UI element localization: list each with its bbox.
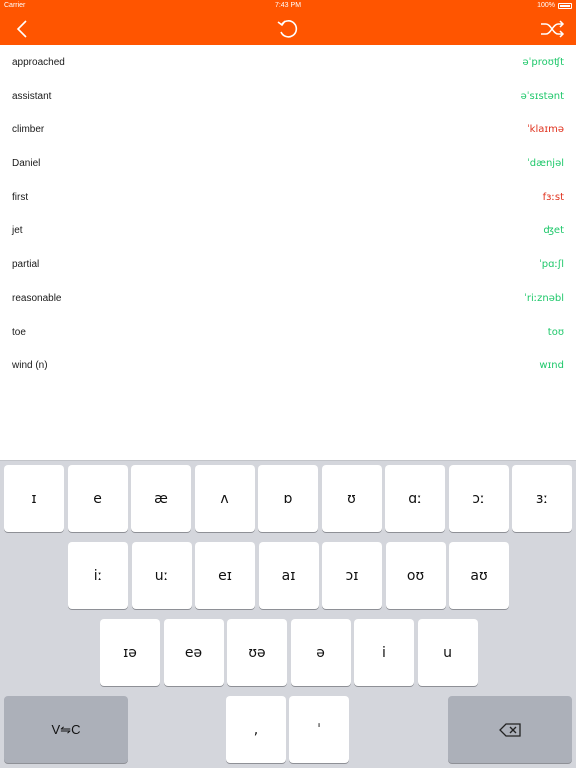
ipa-transcription: wɪnd	[539, 360, 564, 372]
list-item[interactable]: climber ˈklaɪmə	[0, 112, 576, 146]
ipa-key[interactable]: ɪ	[4, 465, 64, 532]
battery-status: 100%	[537, 0, 572, 12]
ipa-transcription: əˈproʊʧt	[522, 57, 564, 68]
stress-mark-key[interactable]: ˈ	[289, 696, 349, 763]
battery-icon	[558, 3, 572, 9]
word-label: partial	[12, 259, 40, 271]
list-item[interactable]: approached əˈproʊʧt	[0, 45, 576, 79]
ipa-key[interactable]: ʊ	[321, 465, 382, 532]
word-list: approached əˈproʊʧt assistant əˈsɪstənt clim…	[0, 45, 576, 382]
refresh-button[interactable]	[273, 12, 303, 45]
ipa-key[interactable]: oʊ	[385, 542, 446, 609]
vowel-consonant-switch-button[interactable]: V⇋C	[4, 696, 128, 763]
ipa-key[interactable]: ʌ	[194, 465, 255, 532]
word-label: toe	[12, 326, 26, 338]
chevron-left-icon	[16, 19, 27, 38]
ipa-key[interactable]: iː	[68, 542, 128, 609]
word-label: jet	[12, 225, 23, 237]
ipa-key[interactable]: e	[67, 465, 128, 532]
status-time: 7:43 PM	[274, 2, 302, 9]
ipa-transcription: fɜːst	[542, 191, 564, 203]
ipa-transcription: ˈklaɪmə	[526, 124, 564, 136]
ipa-key[interactable]: ɜː	[512, 465, 572, 532]
word-label: approached	[12, 57, 65, 68]
ipa-transcription: ˈriːznəbl	[524, 292, 564, 304]
ipa-key[interactable]: ɒ	[258, 465, 318, 532]
ipa-key[interactable]: u	[417, 619, 478, 686]
word-label: climber	[12, 124, 45, 136]
ipa-key[interactable]: ɑː	[385, 465, 445, 532]
ipa-key[interactable]: aʊ	[449, 542, 509, 609]
ipa-key[interactable]: eɪ	[195, 542, 255, 609]
word-label: first	[12, 191, 29, 203]
ipa-key[interactable]: æ	[131, 465, 191, 532]
ipa-transcription: toʊ	[547, 326, 564, 338]
list-item[interactable]: first fɜːst	[0, 180, 576, 214]
delete-button[interactable]	[448, 696, 572, 763]
ipa-transcription: əˈsɪstənt	[520, 90, 564, 102]
shuffle-icon	[541, 19, 565, 38]
ipa-transcription: ˈpɑːʃl	[539, 259, 564, 271]
list-item[interactable]: reasonable ˈriːznəbl	[0, 281, 576, 315]
backspace-icon	[499, 722, 521, 737]
word-label: wind (n)	[12, 360, 48, 372]
word-label: Daniel	[12, 158, 41, 170]
list-item[interactable]: Daniel ˈdænjəl	[0, 146, 576, 180]
ipa-transcription: ʤet	[543, 225, 564, 237]
ipa-key[interactable]: uː	[131, 542, 192, 609]
list-item[interactable]: toe toʊ	[0, 315, 576, 349]
ipa-key[interactable]: ɪə	[100, 619, 160, 686]
ipa-key[interactable]: eə	[163, 619, 224, 686]
ipa-key[interactable]: ə	[290, 619, 351, 686]
ipa-keyboard: ɪ e æ ʌ ɒ ʊ ɑː ɔː ɜː iː uː eɪ aɪ ɔɪ oʊ aʊ ɪə eə ʊə ə i u V⇋C, ˈ	[0, 460, 576, 768]
ipa-key[interactable]: ɔɪ	[322, 542, 382, 609]
back-button[interactable]	[8, 12, 36, 45]
ipa-key[interactable]: aɪ	[258, 542, 319, 609]
refresh-icon	[277, 19, 298, 38]
ipa-key[interactable]: ɔː	[448, 465, 509, 532]
navigation-bar	[0, 12, 576, 45]
word-label: assistant	[12, 90, 52, 102]
ipa-transcription: ˈdænjəl	[527, 158, 564, 170]
ipa-key[interactable]: ʊə	[227, 619, 287, 686]
list-item[interactable]: wind (n) wɪnd	[0, 348, 576, 382]
word-label: reasonable	[12, 292, 62, 304]
list-item[interactable]: partial ˈpɑːʃl	[0, 247, 576, 281]
list-item[interactable]: assistant əˈsɪstənt	[0, 79, 576, 113]
shuffle-button[interactable]	[536, 12, 570, 45]
list-item[interactable]: jet ʤet	[0, 213, 576, 247]
battery-percent: 100%	[537, 2, 555, 9]
ipa-key[interactable]: i	[354, 619, 414, 686]
comma-key[interactable]: ,	[226, 696, 286, 763]
status-bar: Carrier 7:43 PM 100%	[0, 0, 576, 12]
